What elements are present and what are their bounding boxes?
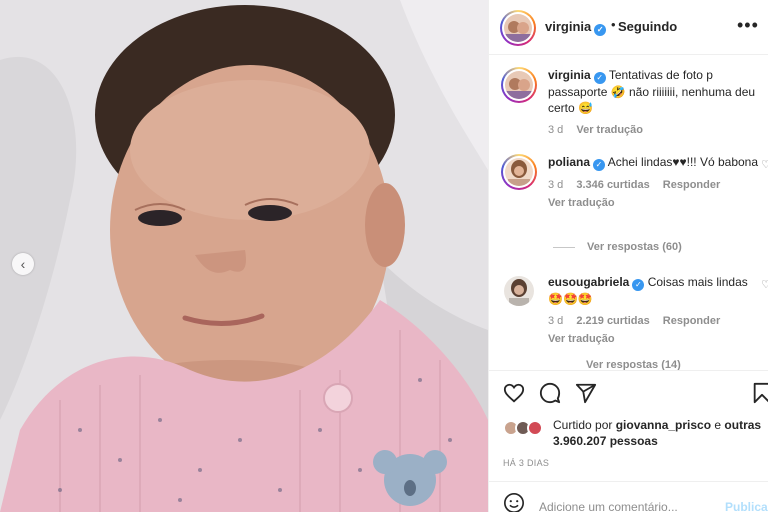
comment-username[interactable]: eusougabriela — [548, 275, 629, 289]
avatar-image — [505, 158, 533, 186]
view-replies-button[interactable]: Ver respostas (14) — [586, 359, 681, 370]
liked-by-conjunction: e — [711, 418, 725, 432]
comment-time[interactable]: 3 d — [548, 315, 563, 327]
commenter-avatar[interactable] — [501, 154, 537, 190]
commenter-avatar[interactable] — [504, 276, 534, 306]
comment-username[interactable]: virginia — [548, 68, 591, 82]
smiley-icon[interactable] — [503, 492, 525, 512]
comment-likes[interactable]: 3.346 curtidas — [576, 179, 649, 191]
send-icon[interactable] — [575, 382, 597, 404]
avatar-image — [505, 71, 533, 99]
translate-link[interactable]: Ver tradução — [576, 124, 643, 136]
comment-input[interactable]: Adicione um comentário... — [539, 500, 678, 512]
post-header: virginia ✓ • Seguindo ••• — [489, 0, 768, 55]
view-replies-label: Ver respostas (14) — [586, 359, 681, 370]
comment-time[interactable]: 3 d — [548, 179, 563, 191]
post-photo[interactable]: ‹ — [0, 0, 488, 512]
liked-by-user-link[interactable]: giovanna_prisco — [616, 418, 711, 432]
view-replies-label: Ver respostas (60) — [587, 241, 682, 253]
view-replies-button[interactable]: Ver respostas (60) — [553, 241, 682, 253]
reply-button[interactable]: Responder — [663, 315, 720, 327]
chevron-left-icon: ‹ — [20, 256, 26, 272]
comment-icon[interactable] — [539, 382, 561, 404]
add-comment-bar: Adicione um comentário... Publicar — [489, 481, 768, 512]
more-horizontal-icon[interactable]: ••• — [737, 15, 759, 36]
verified-badge-icon: ✓ — [593, 159, 606, 171]
comment-username[interactable]: poliana — [548, 155, 590, 169]
following-button[interactable]: Seguindo — [618, 19, 677, 34]
post-date[interactable]: HÁ 3 DIAS — [503, 458, 549, 468]
publish-button[interactable]: Publicar — [725, 500, 768, 512]
verified-badge-icon: ✓ — [594, 24, 607, 36]
post-details-panel: virginia ✓ • Seguindo ••• virginia ✓ Ten… — [488, 0, 768, 512]
liked-by-prefix: Curtido por — [553, 418, 616, 432]
avatar-image — [504, 276, 534, 306]
comments-list[interactable]: virginia ✓ Tentativas de foto p passaport… — [489, 56, 768, 370]
comment-time[interactable]: 3 d — [548, 124, 563, 136]
caption-author-avatar[interactable] — [501, 67, 537, 103]
reply-button[interactable]: Responder — [663, 179, 720, 191]
post-actions: Curtido por giovanna_prisco e outras 3.9… — [489, 370, 768, 512]
liker-avatar — [527, 420, 543, 436]
comment-like-heart-icon[interactable]: ♡ — [761, 158, 768, 171]
translate-link[interactable]: Ver tradução — [548, 333, 615, 345]
avatar-image — [504, 14, 532, 42]
replies-divider — [553, 246, 575, 248]
comment-text: Achei lindas♥♥!!! Vó babona — [607, 155, 759, 169]
comment-like-heart-icon[interactable]: ♡ — [761, 278, 768, 291]
translate-link[interactable]: Ver tradução — [548, 197, 615, 209]
verified-badge-icon: ✓ — [593, 72, 606, 84]
author-avatar[interactable] — [500, 10, 536, 46]
separator-dot: • — [611, 17, 616, 32]
verified-badge-icon: ✓ — [632, 279, 645, 291]
baby-photo-illustration — [0, 0, 488, 512]
author-username[interactable]: virginia — [545, 19, 591, 34]
liked-by-text: Curtido por giovanna_prisco e outras 3.9… — [553, 417, 763, 449]
author-username-link[interactable]: virginia ✓ — [545, 19, 607, 36]
liked-by-avatars[interactable] — [503, 420, 543, 436]
bookmark-icon[interactable] — [751, 382, 768, 404]
carousel-prev-button[interactable]: ‹ — [12, 253, 34, 275]
comment-likes[interactable]: 2.219 curtidas — [576, 315, 649, 327]
heart-icon[interactable] — [503, 382, 525, 404]
